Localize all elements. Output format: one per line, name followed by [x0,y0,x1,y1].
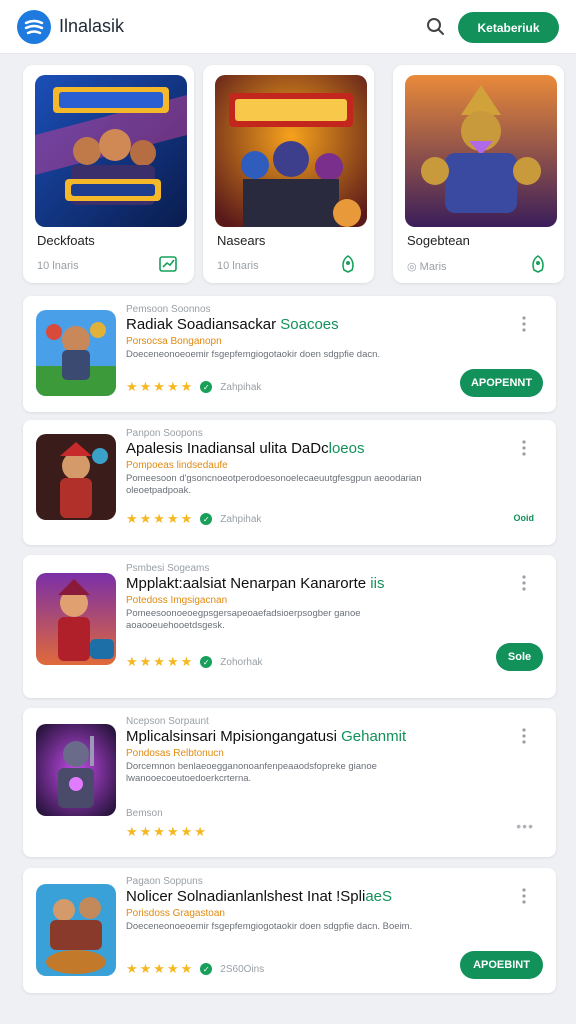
item-rating: ★★★★★ ✓ Zohorhak [126,654,263,670]
featured-meta: 10 lnaris [37,260,79,272]
verified-check-icon: ✓ [200,656,213,668]
more-options-icon[interactable] [522,728,526,744]
item-rating: ★★★★★ ✓ Zahpihak [126,511,261,527]
item-category: Pagaon Soppuns [126,876,203,887]
pin-icon[interactable] [528,254,548,274]
item-title: Nolicer Solnadianlanlshest Inat !SpliaeS [126,888,393,905]
item-subtitle: Potedoss Imgsigacnan [126,595,228,606]
app-icon [36,573,116,665]
item-title: Mpplakt:aalsiat Nenarpan Kanarorte iis [126,575,385,592]
featured-artwork [35,75,187,227]
item-action-button[interactable]: Sole [496,643,543,671]
more-options-icon[interactable] [522,888,526,904]
item-action-button[interactable]: APOPENNT [460,369,543,397]
featured-meta: 10 lnaris [217,260,259,272]
item-description: Pomeesoon d'gsoncnoeotperodoesonoelecaeu… [126,473,422,496]
item-description: Doeceneonoeoemir fsgepfemgiogotaokir doe… [126,921,413,932]
app-icon [36,310,116,396]
star-rating: ★★★★★ [126,654,195,669]
item-count: Zahpihak [220,513,262,525]
star-rating: ★★★★★ [126,511,195,526]
item-title: Apalesis Inadiansal ulita DaDcloeos [126,440,365,457]
featured-artwork [215,75,367,227]
item-description: Dorcemnon benlaeoegganonoanfenpeaaodsfop… [126,761,377,784]
verified-check-icon: ✓ [200,963,213,975]
item-overflow-dots[interactable]: ••• [516,818,534,834]
item-rating: ★★★★★ ✓ Zahpihak [126,379,261,395]
pin-icon[interactable] [338,254,358,274]
item-subtitle: Porsocsa Bonganopn [126,336,222,347]
more-options-icon[interactable] [522,575,526,591]
featured-meta: ◎ Maris [407,261,447,273]
search-icon[interactable] [424,15,448,39]
star-rating: ★★★★★ [126,379,195,394]
trending-chart-icon[interactable] [158,254,178,274]
featured-section: Deckfoats 10 lnaris Nasears 10 lnaris So… [23,65,564,285]
star-rating: ★★★★★★ [126,824,208,839]
list-item[interactable]: Panpon Soopons Apalesis Inadiansal ulita… [23,420,556,545]
featured-card[interactable]: Nasears 10 lnaris [203,65,374,283]
item-subtitle: Pondosas Relbtonucn [126,748,224,759]
list-item[interactable]: Ncepson Sorpaunt Mplicalsinsari Mpisiong… [23,708,556,857]
more-options-icon[interactable] [522,316,526,332]
app-brand-name: Ilnalasik [59,16,125,36]
item-category: Psmbesi Sogeams [126,563,210,574]
featured-title: Deckfoats [37,233,95,248]
item-subtitle: Porisdoss Gragastoan [126,908,225,919]
item-count: Zohorhak [220,656,263,668]
item-subtitle: Pompoeas lindsedaufe [126,460,228,471]
item-category: Pemsoon Soonnos [126,304,211,315]
item-action-link[interactable]: Ooid [514,513,535,523]
item-title: Radiak Soadiansackar Soacoes [126,316,339,333]
featured-title: Nasears [217,233,266,248]
item-rating: ★★★★★★ [126,824,208,840]
item-count: 2S60Oins [220,963,265,975]
featured-card[interactable]: Sogebtean ◎ Maris [393,65,564,283]
item-description: Pomeesoonoeoegpsgersapeoaefadsioerpsogbe… [126,608,361,631]
list-item[interactable]: Pagaon Soppuns Nolicer Solnadianlanlshes… [23,868,556,993]
star-rating: ★★★★★ [126,961,195,976]
list-item[interactable]: Pemsoon Soonnos Radiak Soadiansackar Soa… [23,296,556,412]
app-icon [36,884,116,976]
item-title: Mplicalsinsari Mpisiongangatusi Gehanmit [126,728,407,745]
list-item[interactable]: Psmbesi Sogeams Mpplakt:aalsiat Nenarpan… [23,555,556,698]
featured-title: Sogebtean [407,233,470,248]
featured-artwork [405,75,557,227]
item-action-button[interactable]: APOEBINT [460,951,543,979]
header-action-button[interactable]: Ketaberiuk [458,12,559,43]
item-description: Doeceneonoeoemir fsgepfemgiogotaokir doe… [126,349,381,360]
verified-check-icon: ✓ [200,381,213,393]
app-logo-icon[interactable] [17,10,51,44]
app-icon [36,724,116,816]
more-options-icon[interactable] [522,440,526,456]
item-extra-label: Bemson [126,808,163,819]
item-category: Panpon Soopons [126,428,203,439]
item-category: Ncepson Sorpaunt [126,716,209,727]
featured-card[interactable]: Deckfoats 10 lnaris [23,65,194,283]
item-rating: ★★★★★ ✓ 2S60Oins [126,961,264,977]
app-header: Ilnalasik Ketaberiuk [0,0,576,54]
app-icon [36,434,116,520]
verified-check-icon: ✓ [200,513,213,525]
item-count: Zahpihak [220,381,262,393]
